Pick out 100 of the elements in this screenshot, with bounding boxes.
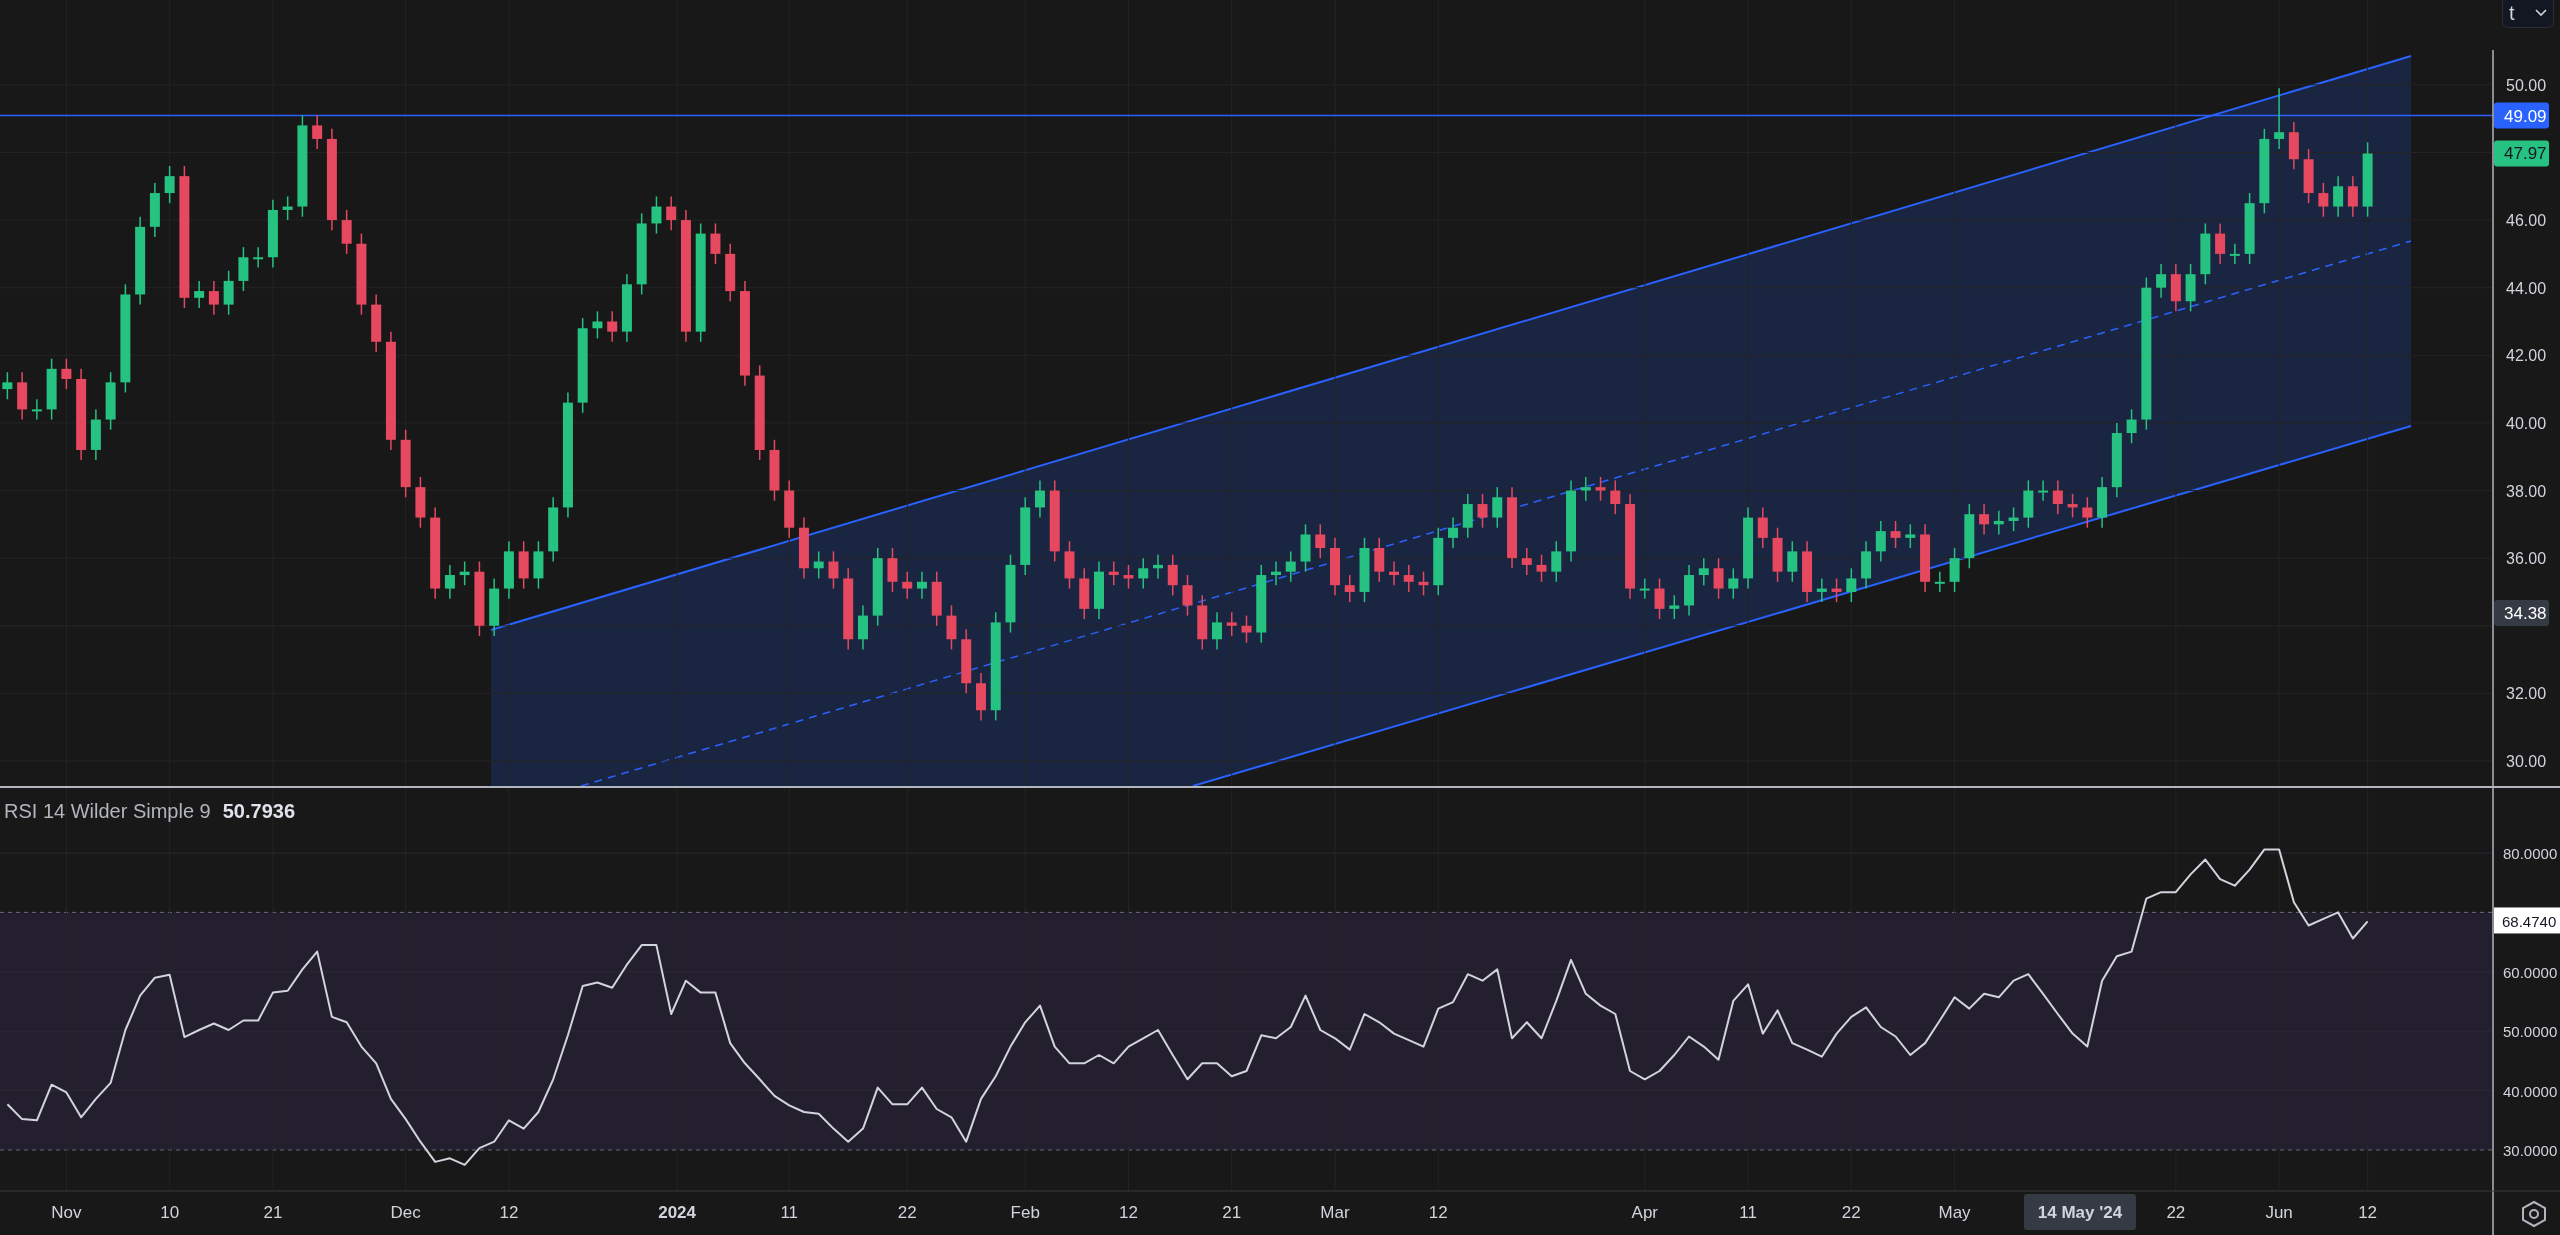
candle — [2023, 479, 2034, 529]
candle — [1979, 503, 1990, 536]
time-axis-label: May — [1938, 1203, 1971, 1222]
candle — [1477, 493, 1488, 529]
price-axis-label: 50.00 — [2506, 76, 2547, 94]
time-axis-label: 2024 — [658, 1203, 696, 1222]
time-axis-label: Jun — [2265, 1203, 2293, 1222]
settings-icon[interactable] — [2522, 1200, 2546, 1228]
candle — [1123, 564, 1134, 590]
time-axis-label: Apr — [1631, 1203, 1658, 1222]
candle — [1094, 560, 1104, 620]
candle — [857, 604, 868, 651]
time-axis-label: 10 — [160, 1203, 180, 1222]
candle — [1492, 486, 1503, 529]
candle — [666, 195, 677, 231]
candle — [1920, 523, 1931, 593]
time-axis-label: 12 — [2358, 1203, 2378, 1222]
candle — [1934, 570, 1945, 593]
price-label: 49.09 — [2494, 102, 2549, 129]
candle — [887, 547, 898, 593]
candle — [2274, 87, 2285, 150]
rsi-axis-label: 40.0000 — [2503, 1082, 2558, 1100]
candle — [371, 293, 382, 353]
candle — [1875, 520, 1886, 563]
candle — [1551, 540, 1562, 583]
candle — [1757, 506, 1768, 549]
candle — [1890, 520, 1901, 549]
candle — [1300, 523, 1311, 573]
candle — [1271, 560, 1281, 586]
candle — [267, 199, 278, 269]
candle — [415, 476, 426, 529]
candle — [2126, 408, 2137, 444]
candle — [105, 371, 116, 431]
price-axis-label: 46.00 — [2506, 212, 2547, 230]
candle — [503, 540, 514, 600]
candle — [1035, 479, 1045, 519]
candle — [1418, 570, 1429, 597]
time-axis-label: 21 — [263, 1203, 283, 1222]
time-axis-label: 12 — [1119, 1203, 1138, 1222]
candle — [1772, 526, 1783, 583]
candle — [1684, 564, 1695, 617]
candle — [533, 540, 544, 590]
candle — [2, 371, 13, 400]
candle — [1654, 577, 1665, 620]
price-axis-label: 30.00 — [2506, 753, 2547, 770]
candle — [1079, 567, 1090, 620]
time-axis-label: 12 — [1428, 1203, 1448, 1222]
price-axis-label: 36.00 — [2506, 550, 2547, 568]
candle — [1669, 594, 1680, 620]
candle — [1212, 611, 1222, 651]
candle — [1861, 540, 1872, 590]
candle — [2288, 121, 2299, 171]
candle — [489, 577, 500, 637]
candle — [164, 165, 175, 204]
candle — [1639, 577, 1650, 600]
time-axis-label: Mar — [1320, 1203, 1350, 1222]
candle — [46, 357, 57, 421]
candle — [1521, 547, 1532, 576]
candle — [223, 270, 234, 316]
time-axis-label: Dec — [390, 1203, 421, 1222]
price-axis-label: 44.00 — [2506, 279, 2547, 297]
candle — [1285, 550, 1296, 583]
time-axis-label: 12 — [499, 1203, 519, 1222]
candle — [2008, 506, 2019, 532]
rsi-axis-label: 50.0000 — [2503, 1023, 2558, 1041]
candle — [813, 550, 824, 580]
candle — [2097, 476, 2108, 529]
rsi-axis-label: 30.0000 — [2503, 1142, 2558, 1159]
candle — [1344, 574, 1355, 603]
candle — [149, 182, 160, 238]
price-axis-label: 32.00 — [2506, 685, 2547, 703]
time-axis-label: 21 — [1222, 1203, 1242, 1222]
time-axis-label: 11 — [780, 1203, 799, 1222]
candle — [444, 564, 455, 600]
candle — [341, 209, 352, 255]
candle — [1993, 510, 2004, 536]
candle — [798, 516, 809, 580]
price-label: 34.38 — [2494, 599, 2549, 626]
candle — [1433, 526, 1444, 597]
candle — [1831, 577, 1842, 603]
time-axis-label: Feb — [1010, 1203, 1040, 1222]
candle — [621, 273, 632, 343]
candle — [1182, 574, 1193, 617]
candle — [1315, 523, 1326, 559]
candle — [1330, 537, 1340, 597]
candle — [1580, 476, 1591, 502]
candle — [2082, 496, 2093, 529]
candle — [459, 560, 470, 586]
candle — [1698, 557, 1709, 586]
price-axis-label: 42.00 — [2506, 347, 2547, 365]
price-axis-label: 38.00 — [2506, 482, 2547, 500]
price-label: 47.97 — [2494, 140, 2549, 167]
rsi-value-label: 68.4740 — [2494, 907, 2560, 934]
candle — [1138, 557, 1149, 590]
candle — [931, 570, 942, 627]
candle — [1846, 567, 1857, 603]
indicator-value: 50.7936 — [222, 799, 296, 824]
candle — [2052, 479, 2063, 515]
interval-dropdown[interactable]: t — [2502, 0, 2554, 28]
candle — [2156, 263, 2167, 299]
